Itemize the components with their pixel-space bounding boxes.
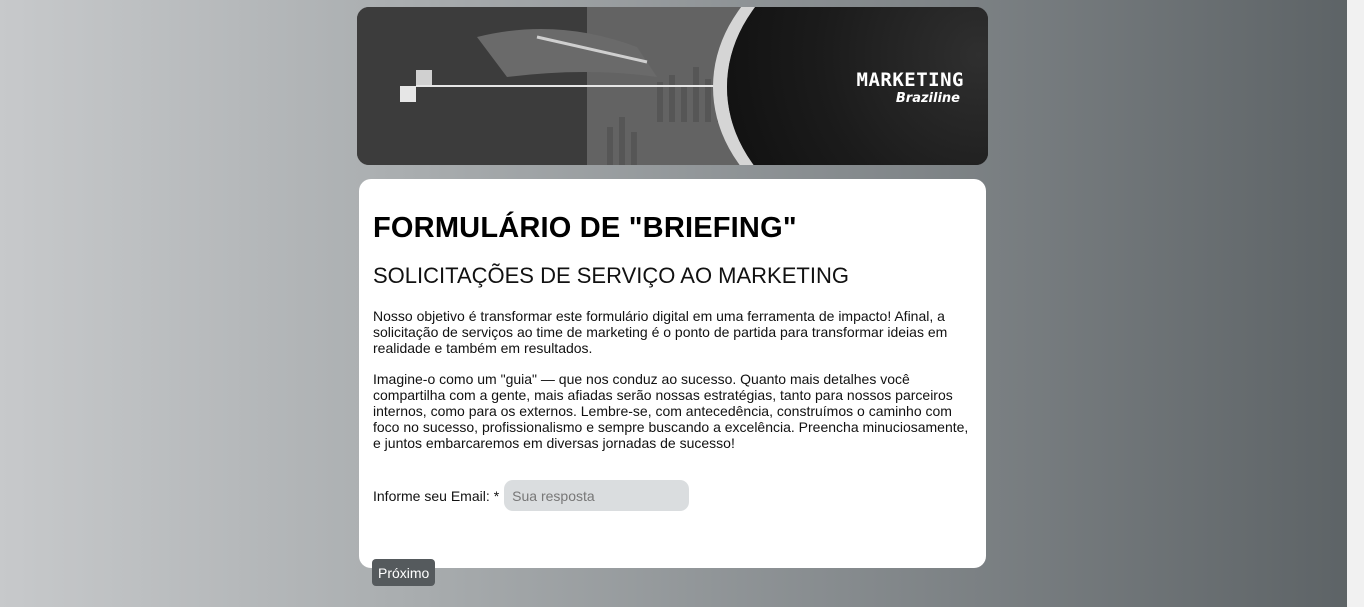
form-container: MARKETING Braziline FORMULÁRIO DE "BRIEF… [357,7,988,586]
email-field-row: Informe seu Email: * [373,480,690,511]
form-card: FORMULÁRIO DE "BRIEFING" SOLICITAÇÕES DE… [359,179,986,586]
intro-paragraph-2: Imagine-o como um "guia" — que nos condu… [373,371,969,451]
required-mark: * [493,487,500,504]
form-subtitle: SOLICITAÇÕES DE SERVIÇO AO MARKETING [373,263,849,288]
header-banner: MARKETING Braziline [357,7,988,165]
square-decoration [400,86,416,102]
banner-photo [357,7,777,165]
brand-logo: MARKETING Braziline [857,69,964,106]
brand-sub-text: Braziline [895,91,960,106]
intro-paragraph-1: Nosso objetivo é transformar este formul… [373,308,948,356]
email-input[interactable] [504,480,690,511]
form-title: FORMULÁRIO DE "BRIEFING" [373,212,797,244]
brand-main-text: MARKETING [856,69,964,91]
email-label: Informe seu Email: [373,487,490,504]
page-scrollbar[interactable] [1347,0,1364,607]
next-button[interactable]: Próximo [372,559,436,586]
